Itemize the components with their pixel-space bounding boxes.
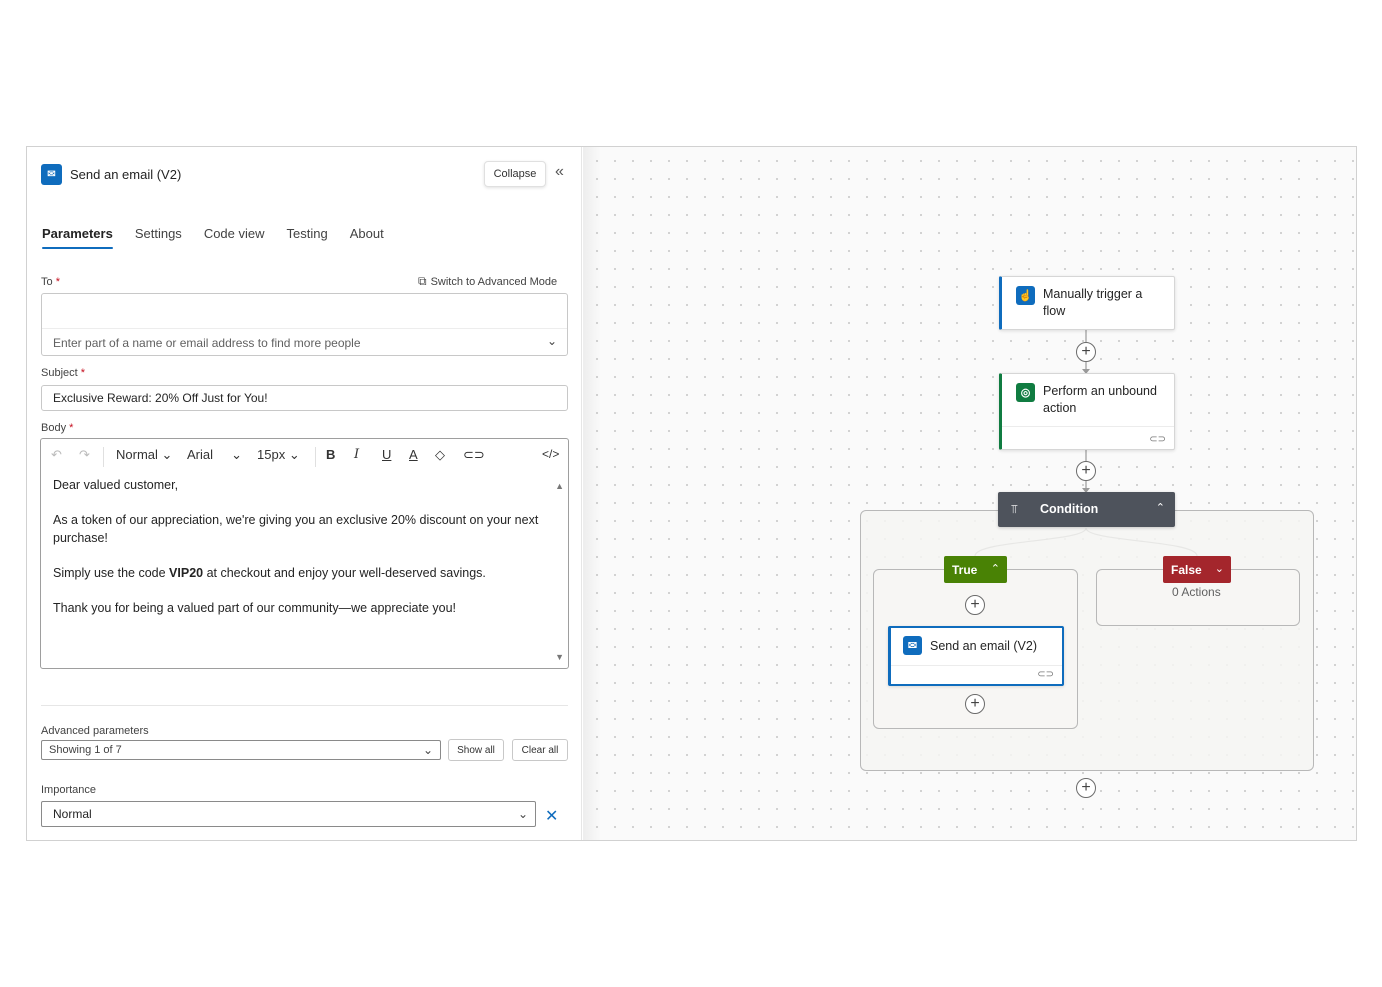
switch-advanced-mode-link[interactable]: ⧉ Switch to Advanced Mode (418, 274, 557, 289)
true-label-text: True (952, 562, 978, 577)
underline-button[interactable]: U (382, 447, 391, 462)
advanced-parameters-label: Advanced parameters (41, 725, 149, 737)
true-branch-label[interactable]: True ⌃ (944, 556, 1007, 583)
to-placeholder: Enter part of a name or email address to… (53, 336, 361, 350)
action-details-panel: ✉ Send an email (V2) Collapse « Paramete… (27, 147, 582, 840)
font-family-select[interactable]: Arial ⌄ (187, 447, 242, 463)
chevron-up-icon: ⌃ (990, 563, 1000, 575)
dataverse-icon: ◎ (1016, 383, 1035, 402)
code-view-icon[interactable]: </> (542, 447, 559, 461)
node-divider (1002, 426, 1174, 427)
panel-title: Send an email (V2) (70, 167, 182, 182)
collapse-button[interactable]: Collapse (484, 161, 546, 187)
body-paragraph: Simply use the code VIP20 at checkout an… (53, 565, 486, 580)
close-icon[interactable]: ✕ (545, 806, 558, 826)
flow-designer: ✉ Send an email (V2) Collapse « Paramete… (26, 146, 1357, 841)
bold-button[interactable]: B (326, 447, 335, 462)
subject-label: Subject * (41, 367, 86, 379)
chevron-up-icon[interactable]: ⌃ (1156, 501, 1165, 514)
send-email-node[interactable]: ✉ Send an email (V2) ⊂⊃ (888, 626, 1064, 686)
unbound-action-node[interactable]: ◎ Perform an unbound action ⊂⊃ (999, 373, 1175, 450)
tab-about[interactable]: About (350, 226, 384, 249)
link-icon: ⊂⊃ (1037, 669, 1054, 680)
add-step-button[interactable]: + (965, 595, 985, 615)
add-step-button[interactable]: + (1076, 342, 1096, 362)
undo-icon[interactable]: ↶ (51, 447, 62, 463)
to-label: To * (41, 276, 60, 288)
body-editor[interactable]: ↶ ↷ Normal ⌄ Arial ⌄ 15px ⌄ B I U A ◇ ⊂⊃… (40, 438, 569, 669)
condition-title: Condition (1040, 502, 1099, 516)
condition-node[interactable]: ⫪ Condition ⌃ (998, 492, 1175, 527)
add-step-button[interactable]: + (1076, 778, 1096, 798)
to-field-divider (42, 328, 567, 329)
add-step-button[interactable]: + (1076, 461, 1096, 481)
tab-code-view[interactable]: Code view (204, 226, 265, 249)
trigger-hand-icon: ☝ (1016, 286, 1035, 305)
tab-settings[interactable]: Settings (135, 226, 182, 249)
block-style-select[interactable]: Normal ⌄ (116, 447, 172, 463)
switch-advanced-mode-label: Switch to Advanced Mode (430, 275, 558, 288)
add-step-button[interactable]: + (965, 694, 985, 714)
trigger-node[interactable]: ☝ Manually trigger a flow (999, 276, 1175, 330)
scroll-up-arrow[interactable]: ▲ (555, 481, 564, 491)
tab-parameters[interactable]: Parameters (42, 226, 113, 249)
to-field[interactable]: Enter part of a name or email address to… (41, 293, 568, 356)
advanced-parameters-value: Showing 1 of 7 (49, 744, 122, 756)
importance-label: Importance (41, 784, 97, 796)
advanced-parameters-select[interactable]: Showing 1 of 7 ⌄ (41, 740, 441, 760)
font-color-icon[interactable]: A (409, 447, 418, 462)
paint-bucket-icon[interactable]: ◇ (435, 447, 445, 463)
body-paragraph: As a token of our appreciation, we're gi… (53, 513, 539, 545)
unbound-action-title: Perform an unbound action (1043, 384, 1157, 415)
chevron-down-icon: ⌄ (422, 743, 433, 757)
subject-field[interactable]: Exclusive Reward: 20% Off Just for You! (41, 385, 568, 411)
outlook-icon: ✉ (903, 636, 922, 655)
trigger-title: Manually trigger a flow (1043, 287, 1143, 318)
send-email-title: Send an email (V2) (930, 639, 1038, 653)
section-divider (41, 705, 568, 706)
importance-value: Normal (53, 807, 92, 821)
condition-icon: ⫪ (1011, 502, 1018, 516)
importance-select[interactable]: Normal ⌄ (41, 801, 536, 827)
false-label-text: False (1171, 562, 1202, 577)
italic-button[interactable]: I (354, 447, 359, 462)
link-icon: ⊂⊃ (1149, 434, 1166, 445)
chevron-down-icon: ⌄ (517, 807, 528, 821)
chevron-down-icon[interactable]: ⌄ (547, 334, 557, 348)
double-chevron-left-icon[interactable]: « (555, 163, 564, 181)
font-size-select[interactable]: 15px ⌄ (257, 447, 300, 463)
false-branch-label[interactable]: False ⌄ (1163, 556, 1231, 583)
flow-canvas[interactable]: ☝ Manually trigger a flow + ◎ Perform an… (583, 147, 1356, 840)
link-icon[interactable]: ⊂⊃ (463, 447, 485, 463)
empty-branch-text: 0 Actions (1172, 585, 1221, 599)
scroll-down-arrow[interactable]: ▼ (555, 652, 564, 662)
show-all-button[interactable]: Show all (448, 739, 504, 761)
tab-testing[interactable]: Testing (287, 226, 328, 249)
chevron-down-icon: ⌄ (1214, 563, 1224, 575)
panel-tabs: Parameters Settings Code view Testing Ab… (42, 226, 406, 249)
body-paragraph: Thank you for being a valued part of our… (53, 600, 456, 615)
clear-all-button[interactable]: Clear all (512, 739, 568, 761)
outlook-icon: ✉ (41, 164, 62, 185)
body-label: Body * (41, 422, 74, 434)
advanced-mode-icon: ⧉ (418, 274, 427, 288)
body-paragraph: Dear valued customer, (53, 478, 179, 492)
node-divider (891, 665, 1062, 666)
discount-code: VIP20 (169, 565, 204, 580)
body-content[interactable]: Dear valued customer, As a token of our … (53, 477, 543, 635)
toolbar-divider (315, 447, 316, 467)
toolbar-divider (103, 447, 104, 467)
redo-icon[interactable]: ↷ (79, 447, 90, 463)
